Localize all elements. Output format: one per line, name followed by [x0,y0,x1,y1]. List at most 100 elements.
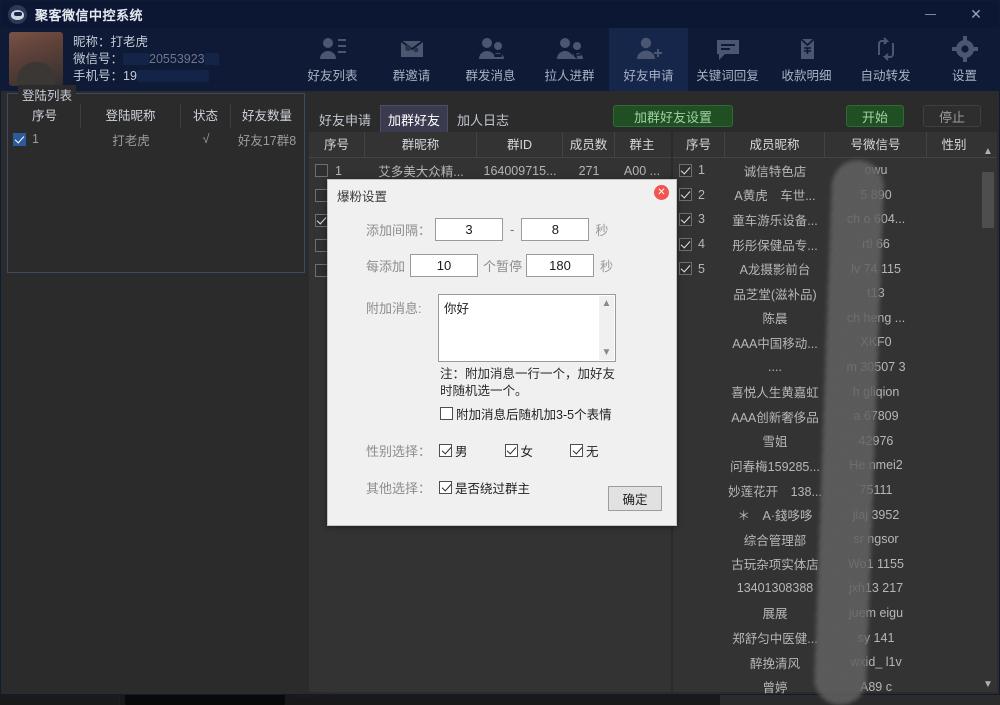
female-checkbox[interactable] [504,444,518,457]
table-row[interactable]: 雪姐 42976 [673,429,997,454]
table-row[interactable]: 13401308388 jxh13 217 [673,576,997,601]
table-row[interactable]: 1 诚信特色店 owu [673,158,997,183]
toolbar-item-auto-forward[interactable]: 自动转发 [846,28,925,91]
batch-pause-input[interactable]: 180 [526,254,595,277]
gender-option-female[interactable]: 女 [504,441,533,460]
row-checkbox[interactable] [679,237,692,251]
scrollbar-thumb[interactable] [982,172,994,228]
toolbar-item-mass-message[interactable]: 群发消息 [451,28,530,91]
table-row[interactable]: 2 A黄虎 车世... 5 890 [673,183,997,208]
table-row[interactable]: 喜悦人生黄嘉虹 h gliqion [673,379,997,404]
table-row[interactable]: 陈晨 ch heng ... [673,306,997,331]
table-row[interactable]: 问春梅159285... He nmei2 [673,453,997,478]
confirm-button[interactable]: 确定 [608,486,662,511]
row-checkbox[interactable] [679,163,692,177]
table-row[interactable]: 郑舒匀中医健... sy 141 [673,625,997,650]
note-text: 注：附加消息一行一个，加好友 时随机选一个。 [440,367,616,398]
none-checkbox[interactable] [570,444,584,457]
minimize-button[interactable] [907,1,953,28]
table-row[interactable]: .... m 30507 3 [673,355,997,380]
row-checkbox[interactable] [679,212,692,226]
row-member-nickname: AAA中国移动... [732,336,818,351]
dialog-body: 添加间隔： 3 - 8 秒 每添加 10 个暂停 180 秒 附加消息: 你好 … [328,206,676,525]
group-friend-settings-button[interactable]: 加群好友设置 [613,105,733,127]
scroll-down-icon[interactable]: ▼ [599,345,614,360]
column-header: 成员昵称 [725,132,825,157]
bypass-owner-option[interactable]: 是否绕过群主 [439,478,530,497]
toolbar-item-group-invite[interactable]: 群邀请 [372,28,451,91]
interval-min-input[interactable]: 3 [435,218,504,241]
tab-friend-request[interactable]: 好友申请 [311,105,379,134]
table-row[interactable]: 4 彤彤保健品专... rtl 66 [673,232,997,257]
none-label: 无 [586,445,599,459]
gender-option-male[interactable]: 男 [439,441,468,460]
toolbar-item-settings[interactable]: 设置 [925,28,1000,91]
table-row[interactable]: 5 A龙摄影前台 lv 74 115 [673,256,997,281]
row-member-nickname: 醉挽清风 [749,656,800,671]
toolbar-item-payment-detail[interactable]: 收款明细 [767,28,846,91]
table-row[interactable]: 品芝堂(滋补品) t13 [673,281,997,306]
column-header: 群昵称 [365,132,477,157]
batch-count-input[interactable]: 10 [410,254,479,277]
toolbar-item-pull-into-group[interactable]: 拉人进群 [530,28,609,91]
toolbar-item-friend-list[interactable]: 好友列表 [293,28,372,91]
header-band: 昵称：打老虎 微信号： 20553923 手机号：19 好友列表 群邀请 群发消… [1,28,999,91]
column-header: 序号 [673,132,725,157]
row-checkbox[interactable] [679,188,692,202]
interval-max-input[interactable]: 8 [521,218,590,241]
row-checkbox[interactable] [13,132,26,146]
close-button[interactable]: ✕ [953,1,999,28]
table-row[interactable]: 古玩杂项实体店 Wo1 1155 [673,552,997,577]
gender-option-none[interactable]: 无 [570,441,599,460]
table-row[interactable]: 妙莲花开 138... 75111 [673,478,997,503]
main-toolbar: 好友列表 群邀请 群发消息 拉人进群 好友申请 关键词回复 收款明细 自动转发 … [293,28,1000,91]
extra-message-textarea[interactable]: 你好 ▲ ▼ [438,294,616,362]
emoji-checkbox-row[interactable]: 附加消息后随机加3-5个表情 [440,404,612,423]
textarea-scrollbar[interactable]: ▲ ▼ [599,296,614,360]
row-member-nickname: 展展 [762,607,788,622]
table-row[interactable]: 展展 juem eigu [673,601,997,626]
gender-label: 性别选择： [366,444,432,459]
fan-boost-settings-dialog: 爆粉设置 ✕ 添加间隔： 3 - 8 秒 每添加 10 个暂停 180 秒 附加… [327,179,677,526]
table-row[interactable]: 3 童车游乐设备... ch o 604... [673,207,997,232]
row-member-nickname: 妙莲花开 138... [728,484,822,499]
row-member-nickname: 品芝堂(滋补品) [733,287,817,302]
table-row[interactable]: AAA中国移动... XKF0 [673,330,997,355]
table-row[interactable]: 1 打老虎 √ 好友17群8 [9,128,304,150]
profile-block: 昵称：打老虎 微信号： 20553923 手机号：19 [9,32,219,86]
table-row[interactable]: ＊ A·錢哆哆 jiaj 3952 [673,502,997,527]
emoji-checkbox[interactable] [440,407,453,420]
tab-add-log[interactable]: 加人日志 [449,105,517,134]
bypass-owner-checkbox[interactable] [439,481,453,494]
row-checkbox[interactable] [679,262,692,276]
login-list-header: 序号 登陆昵称 状态 好友数量 [9,104,304,128]
row-group-id: 164009715... [483,163,557,178]
table-row[interactable]: 醉挽清风 wxid_ l1v [673,650,997,675]
interval-row: 添加间隔： 3 - 8 秒 [366,218,608,241]
male-checkbox[interactable] [439,444,453,457]
mass-message-icon [476,35,506,65]
dialog-title: 爆粉设置 [337,190,388,204]
stop-button[interactable]: 停止 [923,105,981,127]
toolbar-item-keyword-reply[interactable]: 关键词回复 [688,28,767,91]
table-row[interactable]: 曾婷 A89 c [673,674,997,699]
table-row[interactable]: 曾昭清QT9 7 [673,699,997,705]
tab-group-friends[interactable]: 加群好友 [380,105,449,134]
member-table-scrollbar[interactable]: ▲ ▼ [981,146,995,692]
login-list-panel: 登陆列表 序号 登陆昵称 状态 好友数量 1 打老虎 √ 好友17群8 [7,85,305,273]
scroll-up-icon[interactable]: ▲ [981,145,995,159]
table-row[interactable]: 综合管理部 sr ngsor [673,527,997,552]
scroll-up-icon[interactable]: ▲ [599,296,614,311]
group-table-header: 序号 群昵称 群ID 成员数 群主 [309,132,671,158]
row-checkbox[interactable] [315,164,328,177]
batch-unit: 秒 [600,259,614,274]
profile-wechat-id: 微信号： 20553923 [73,51,219,68]
toolbar-item-friend-request[interactable]: 好友申请 [609,28,688,91]
scroll-down-icon[interactable]: ▼ [981,678,995,692]
table-row[interactable]: AAA创新奢侈品 a 67809 [673,404,997,429]
row-status: √ [202,132,210,146]
column-header: 状态 [181,104,231,128]
close-icon[interactable]: ✕ [654,185,669,200]
screen: + 人... @锦江... 11:41 …相亲交友… 11:37 [链接] 🔕 [0,0,1000,705]
start-button[interactable]: 开始 [846,105,904,127]
